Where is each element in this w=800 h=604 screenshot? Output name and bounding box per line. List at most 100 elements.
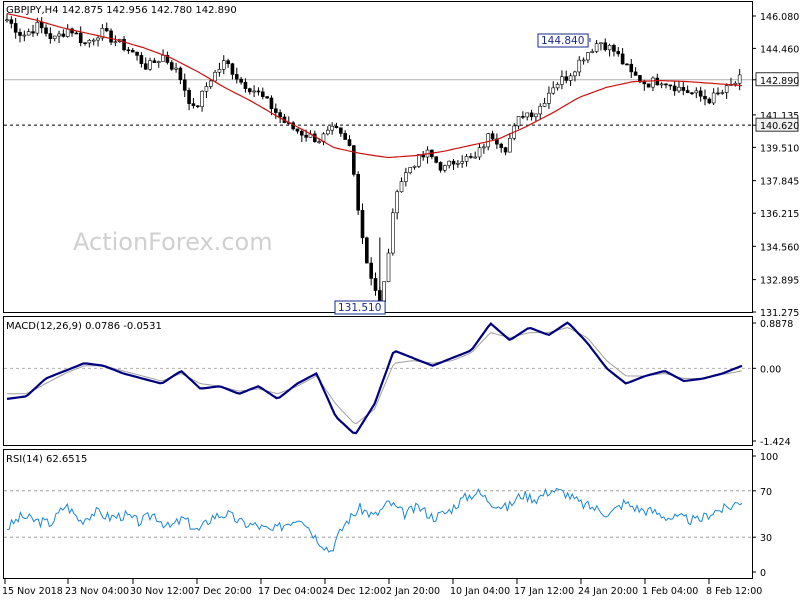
candle-body [18,32,22,36]
candle-body [226,60,230,65]
candle-body [737,74,742,84]
candle-body [542,103,547,107]
candle-body [256,90,261,93]
candle-body [87,40,92,44]
candle-body [694,90,699,94]
candle-body [391,212,395,254]
candle-body [269,97,274,110]
candle-body [573,71,577,77]
candle-body [360,209,365,239]
candle-body [469,156,473,158]
candle-body [646,83,651,88]
candle-body [122,39,126,51]
y-tick-label: 142.890 [760,76,799,87]
candle-body [156,61,161,63]
rsi-y-tick-label: 100 [760,452,778,463]
candle-body [538,106,543,115]
candle-body [733,83,738,85]
candle-body [265,96,269,99]
candle-body [560,76,564,85]
candle-body [169,62,174,70]
candle-body [720,92,725,94]
candle-body [221,60,226,70]
candle-body [247,88,252,93]
candle-body [417,154,421,167]
candle-body [13,23,18,33]
candle-body [651,77,655,88]
y-tick-label: 140.620 [760,121,799,132]
candle-body [382,281,386,302]
macd-title: MACD(12,26,9) 0.0786 -0.0531 [6,321,162,332]
candle-body [273,108,278,113]
candle-body [373,278,378,291]
candle-body [152,60,157,63]
candle-body [555,84,560,89]
rsi-y-tick-label: 70 [760,487,772,498]
y-tick-label: 137.845 [760,177,799,188]
candle-body [594,43,599,52]
candle-body [620,53,625,65]
high-label: 144.840 [541,35,584,47]
x-tick-label: 10 Jan 04:00 [450,586,510,597]
candle-body [451,160,456,165]
candle-body [664,83,668,86]
candle-body [490,133,495,140]
candle-body [330,125,334,131]
candle-body [703,95,707,100]
candle-body [339,127,343,134]
x-tick-label: 17 Dec 04:00 [258,586,322,597]
candle-body [208,80,213,87]
candle-body [547,92,551,104]
rsi-y-tick-label: 30 [760,533,772,544]
candle-body [317,141,321,143]
candle-body [642,81,647,85]
candle-body [26,31,31,36]
candle-body [326,129,330,135]
candle-body [65,28,70,37]
candle-body [295,128,300,132]
candle-body [516,116,521,127]
candle-body [352,145,356,175]
candle-body [529,112,534,118]
candle-body [447,160,452,166]
candle-body [61,33,66,37]
candle-body [525,112,530,118]
candle-body [178,67,183,81]
candle-body [243,81,248,89]
candle-body [369,262,373,279]
candle-body [568,75,573,81]
candle-body [200,90,204,107]
candle-body [633,71,638,76]
candle-body [299,130,304,136]
candle-body [551,87,556,94]
candle-body [135,51,139,56]
candle-body [499,143,504,148]
candle-body [96,37,100,41]
x-tick-label: 17 Jan 12:00 [514,586,574,597]
candle-body [57,33,61,37]
candle-body [503,147,508,153]
candle-body [477,147,482,158]
candle-body [577,59,582,73]
candle-body [707,98,712,104]
candle-body [182,79,187,91]
candle-body [698,90,703,97]
candle-body [681,86,686,91]
y-tick-label: 144.460 [760,44,799,55]
candle-body [31,31,35,34]
candle-body [616,51,621,55]
candle-body [586,52,590,61]
candle-body [91,39,96,42]
candle-body [313,133,317,143]
candle-body [139,55,144,65]
candle-body [508,138,512,153]
macd-y-tick-label: -1.424 [760,437,791,448]
candle-body [434,156,438,163]
y-tick-label: 146.080 [760,12,799,23]
y-tick-label: 139.510 [760,143,799,154]
candle-body [690,92,694,95]
candle-body [239,78,243,83]
candle-body [677,86,681,92]
candle-body [35,22,40,34]
chart-svg: ActionForex.com 144.840 131.510 146.080 14… [2,1,799,597]
